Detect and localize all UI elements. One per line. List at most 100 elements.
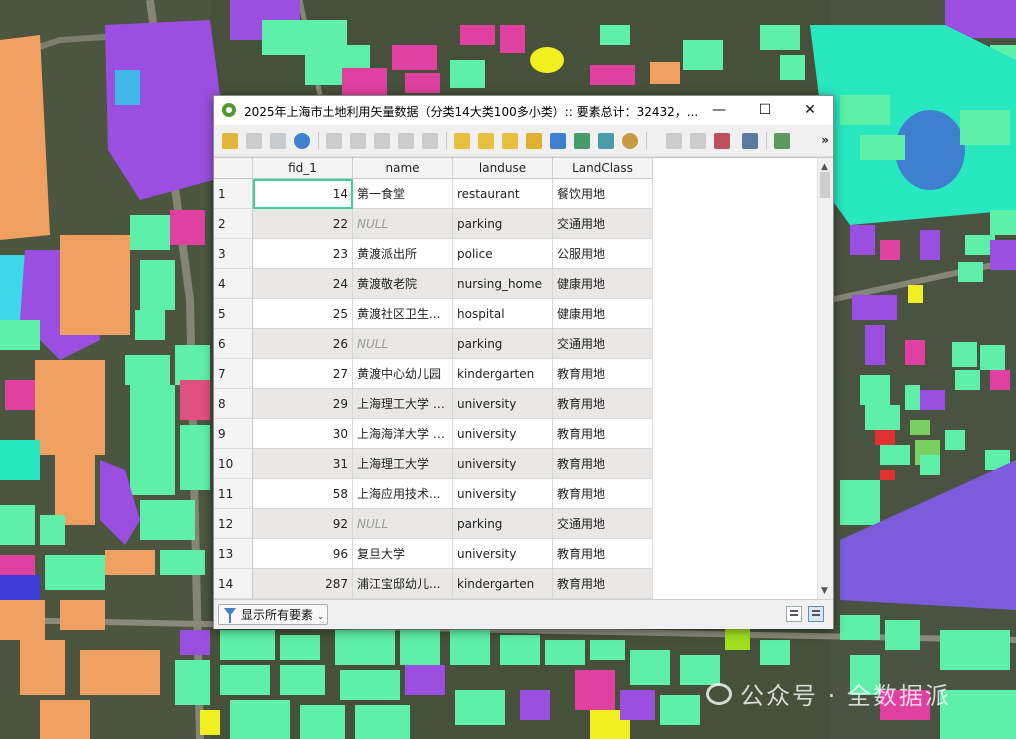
select-all-icon[interactable]	[478, 133, 494, 149]
row-header[interactable]: 9	[214, 419, 253, 449]
row-header[interactable]: 5	[214, 299, 253, 329]
save-edits-icon[interactable]	[270, 133, 286, 149]
cell-name[interactable]: NULL	[353, 209, 453, 239]
paste-icon[interactable]	[422, 133, 438, 149]
cell-name[interactable]: 复旦大学	[353, 539, 453, 569]
cell-fid[interactable]: 26	[253, 329, 353, 359]
cell-name[interactable]: NULL	[353, 329, 453, 359]
cell-name[interactable]: NULL	[353, 509, 453, 539]
edit-pencil-icon[interactable]	[222, 133, 238, 149]
deselect-icon[interactable]	[526, 133, 542, 149]
cell-landuse[interactable]: university	[453, 539, 553, 569]
row-header[interactable]: 4	[214, 269, 253, 299]
actions-icon[interactable]	[774, 133, 790, 149]
cell-fid[interactable]: 287	[253, 569, 353, 599]
cell-landclass[interactable]: 教育用地	[553, 419, 653, 449]
row-header[interactable]: 12	[214, 509, 253, 539]
column-header-landuse[interactable]: landuse	[453, 158, 553, 179]
row-header[interactable]: 10	[214, 449, 253, 479]
row-header[interactable]: 2	[214, 209, 253, 239]
cell-fid[interactable]: 29	[253, 389, 353, 419]
cell-landuse[interactable]: nursing_home	[453, 269, 553, 299]
row-header[interactable]: 1	[214, 179, 253, 209]
row-header[interactable]: 6	[214, 329, 253, 359]
row-header[interactable]: 11	[214, 479, 253, 509]
row-header[interactable]: 7	[214, 359, 253, 389]
cell-landclass[interactable]: 教育用地	[553, 569, 653, 599]
cell-landclass[interactable]: 健康用地	[553, 299, 653, 329]
cell-fid[interactable]: 25	[253, 299, 353, 329]
field-calculator-icon[interactable]	[714, 133, 730, 149]
multi-edit-icon[interactable]	[246, 133, 262, 149]
new-field-icon[interactable]	[666, 133, 682, 149]
reload-icon[interactable]	[294, 133, 310, 149]
cell-landclass[interactable]: 教育用地	[553, 359, 653, 389]
cell-fid[interactable]: 30	[253, 419, 353, 449]
cell-fid[interactable]: 31	[253, 449, 353, 479]
cell-name[interactable]: 上海理工大学 (...	[353, 389, 453, 419]
cell-landclass[interactable]: 餐饮用地	[553, 179, 653, 209]
row-header[interactable]: 3	[214, 239, 253, 269]
column-header-landclass[interactable]: LandClass	[553, 158, 653, 179]
title-bar[interactable]: 2025年上海市土地利用矢量数据（分类14大类100多小类）:: 要素总计：32…	[214, 96, 833, 125]
attribute-table-window[interactable]: 2025年上海市土地利用矢量数据（分类14大类100多小类）:: 要素总计：32…	[213, 95, 834, 629]
cell-fid[interactable]: 24	[253, 269, 353, 299]
scroll-up-arrow-icon[interactable]: ▲	[821, 162, 828, 172]
cell-name[interactable]: 黄渡派出所	[353, 239, 453, 269]
cell-landuse[interactable]: restaurant	[453, 179, 553, 209]
show-features-filter-button[interactable]: 显示所有要素 ⌄	[218, 604, 328, 625]
cell-landuse[interactable]: police	[453, 239, 553, 269]
minimize-button[interactable]: —	[696, 96, 742, 125]
cell-landuse[interactable]: kindergarten	[453, 359, 553, 389]
invert-selection-icon[interactable]	[502, 133, 518, 149]
filter-icon[interactable]	[550, 133, 566, 149]
cell-landuse[interactable]: parking	[453, 329, 553, 359]
cell-landuse[interactable]: university	[453, 389, 553, 419]
cut-icon[interactable]	[374, 133, 390, 149]
cell-landuse[interactable]: parking	[453, 209, 553, 239]
delete-feature-icon[interactable]	[350, 133, 366, 149]
select-expression-icon[interactable]	[454, 133, 470, 149]
zoom-to-icon[interactable]	[622, 133, 638, 149]
cell-landclass[interactable]: 交通用地	[553, 329, 653, 359]
cell-landclass[interactable]: 教育用地	[553, 479, 653, 509]
cell-landuse[interactable]: university	[453, 479, 553, 509]
cell-name[interactable]: 黄渡中心幼儿园	[353, 359, 453, 389]
scroll-thumb[interactable]	[820, 172, 830, 198]
cell-fid[interactable]: 14	[253, 179, 353, 209]
move-top-icon[interactable]	[574, 133, 590, 149]
cell-landuse[interactable]: parking	[453, 509, 553, 539]
column-header-name[interactable]: name	[353, 158, 453, 179]
cell-landuse[interactable]: university	[453, 419, 553, 449]
cell-landclass[interactable]: 教育用地	[553, 539, 653, 569]
cell-name[interactable]: 上海应用技术...	[353, 479, 453, 509]
maximize-button[interactable]: ☐	[742, 96, 788, 125]
cell-landclass[interactable]: 教育用地	[553, 389, 653, 419]
row-header[interactable]: 8	[214, 389, 253, 419]
cell-landuse[interactable]: kindergarten	[453, 569, 553, 599]
cell-fid[interactable]: 92	[253, 509, 353, 539]
corner-header[interactable]	[214, 158, 253, 179]
cell-name[interactable]: 黄渡社区卫生...	[353, 299, 453, 329]
cell-landuse[interactable]: hospital	[453, 299, 553, 329]
cell-name[interactable]: 浦江宝邸幼儿...	[353, 569, 453, 599]
cell-name[interactable]: 上海理工大学	[353, 449, 453, 479]
cell-landclass[interactable]: 公服用地	[553, 239, 653, 269]
cell-landuse[interactable]: university	[453, 449, 553, 479]
close-button[interactable]: ✕	[787, 96, 833, 125]
cell-landclass[interactable]: 健康用地	[553, 269, 653, 299]
toolbar-overflow-chevron-icon[interactable]: »	[821, 133, 829, 147]
form-view-button[interactable]	[786, 606, 802, 622]
row-header[interactable]: 13	[214, 539, 253, 569]
delete-field-icon[interactable]	[690, 133, 706, 149]
cell-fid[interactable]: 22	[253, 209, 353, 239]
cell-name[interactable]: 黄渡敬老院	[353, 269, 453, 299]
row-header[interactable]: 14	[214, 569, 253, 599]
column-header-fid[interactable]: fid_1	[253, 158, 353, 179]
cell-landclass[interactable]: 交通用地	[553, 209, 653, 239]
cell-fid[interactable]: 23	[253, 239, 353, 269]
cell-landclass[interactable]: 交通用地	[553, 509, 653, 539]
copy-icon[interactable]	[398, 133, 414, 149]
add-feature-icon[interactable]	[326, 133, 342, 149]
cell-fid[interactable]: 27	[253, 359, 353, 389]
